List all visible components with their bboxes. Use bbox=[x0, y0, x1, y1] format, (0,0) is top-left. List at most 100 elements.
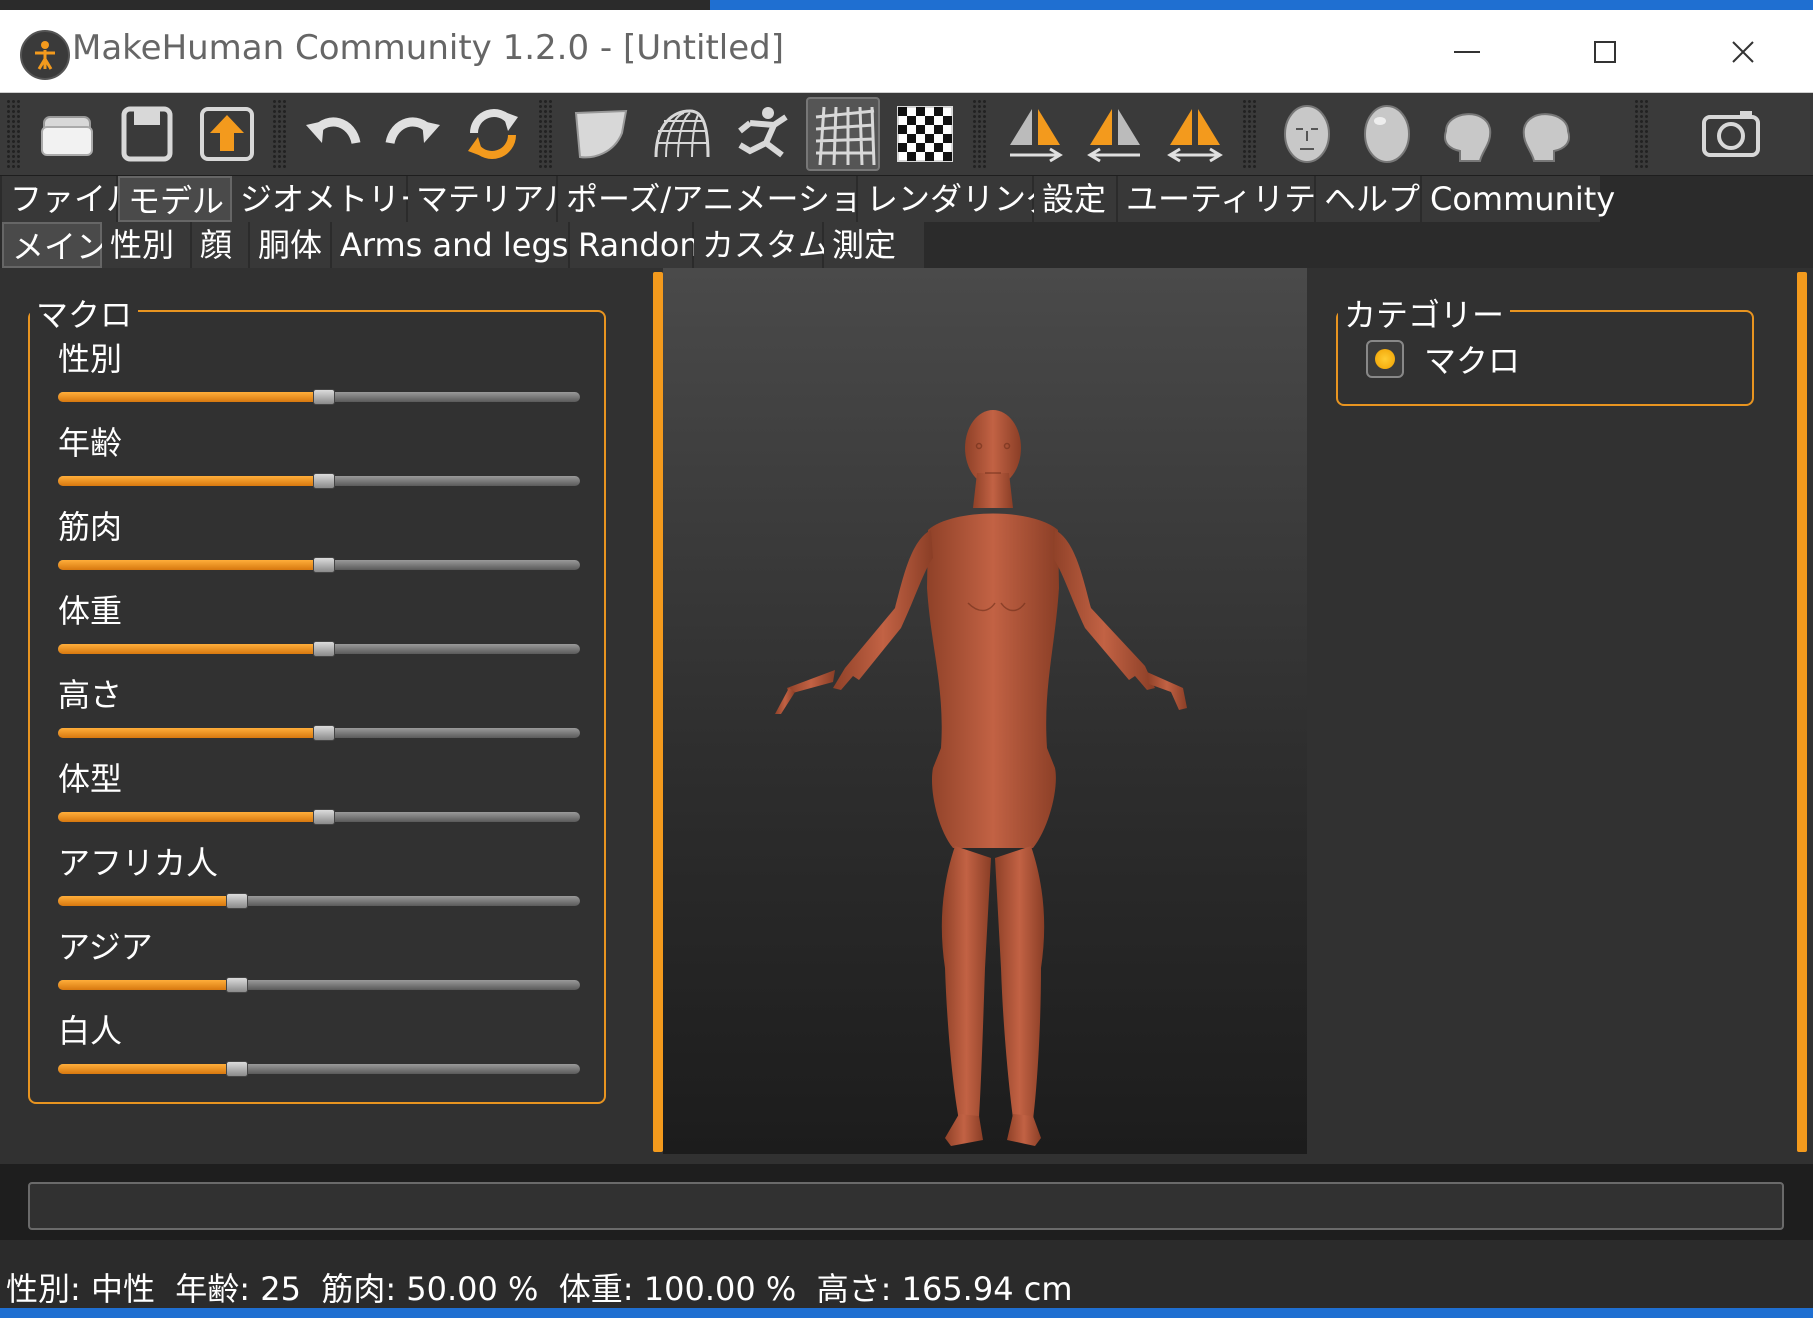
grid-icon bbox=[815, 106, 876, 166]
slider-track[interactable] bbox=[58, 1061, 580, 1077]
slider-track[interactable] bbox=[58, 473, 580, 489]
slider-handle[interactable] bbox=[313, 473, 335, 489]
grid-button[interactable] bbox=[806, 97, 880, 171]
toolbar-grip[interactable] bbox=[1634, 99, 1648, 169]
slider-track[interactable] bbox=[58, 893, 580, 909]
main-tab-7[interactable]: ユーティリティ bbox=[1118, 176, 1346, 222]
background-icon bbox=[897, 106, 953, 162]
redo-button[interactable] bbox=[376, 97, 450, 171]
toolbar-grip[interactable] bbox=[272, 99, 286, 169]
left-splitter[interactable] bbox=[653, 272, 663, 1152]
slider-track[interactable] bbox=[58, 725, 580, 741]
save-button[interactable] bbox=[110, 97, 184, 171]
symmetry-left-icon bbox=[1087, 109, 1140, 163]
pose-button[interactable] bbox=[724, 97, 798, 171]
main-tab-3[interactable]: マテリアル bbox=[408, 176, 576, 222]
symmetry-both-icon bbox=[1167, 109, 1223, 163]
status-bar: 性別: 中性 年齢: 25 筋肉: 50.00 % 体重: 100.00 % 高… bbox=[0, 1240, 1813, 1318]
minimize-icon bbox=[1454, 51, 1480, 53]
main-tab-8[interactable]: ヘルプ bbox=[1316, 176, 1422, 222]
slider-handle[interactable] bbox=[226, 1061, 248, 1077]
slider-handle[interactable] bbox=[313, 389, 335, 405]
maximize-button[interactable] bbox=[1570, 24, 1640, 80]
export-icon bbox=[200, 107, 254, 161]
back-view-icon bbox=[1364, 105, 1410, 163]
wireframe-icon bbox=[654, 109, 710, 158]
slider-label: 筋肉 bbox=[58, 508, 123, 546]
smooth-button[interactable] bbox=[564, 97, 638, 171]
slider-track[interactable] bbox=[58, 389, 580, 405]
desktop-strip-accent bbox=[710, 0, 1813, 10]
slider-handle[interactable] bbox=[313, 725, 335, 741]
main-tab-4[interactable]: ポーズ/アニメーション bbox=[558, 176, 894, 222]
category-radio-macro[interactable] bbox=[1366, 340, 1404, 378]
slider-fill bbox=[58, 476, 319, 486]
sub-tab-6[interactable]: カスタム bbox=[694, 222, 830, 268]
slider-track[interactable] bbox=[58, 557, 580, 573]
3d-viewport[interactable] bbox=[663, 268, 1307, 1154]
screenshot-button[interactable] bbox=[1694, 97, 1768, 171]
window-title: MakeHuman Community 1.2.0 - [Untitled] bbox=[72, 28, 784, 68]
main-tab-1[interactable]: モデル bbox=[118, 176, 232, 222]
right-view-button[interactable] bbox=[1510, 97, 1584, 171]
right-view-icon bbox=[1522, 113, 1570, 162]
slider-track[interactable] bbox=[58, 641, 580, 657]
sub-tab-2[interactable]: 顔 bbox=[192, 222, 250, 268]
slider-handle[interactable] bbox=[226, 977, 248, 993]
folder-open-icon bbox=[41, 116, 93, 156]
minimize-button[interactable] bbox=[1432, 24, 1502, 80]
front-view-icon bbox=[1284, 105, 1330, 163]
camera-icon bbox=[1702, 111, 1760, 157]
main-tab-5[interactable]: レンダリング bbox=[858, 176, 1058, 222]
main-tab-0[interactable]: ファイル bbox=[2, 176, 138, 222]
toolbar-grip[interactable] bbox=[538, 99, 552, 169]
macro-group-title: マクロ bbox=[30, 290, 139, 336]
slider-fill bbox=[58, 392, 319, 402]
sub-tab-5[interactable]: Random bbox=[570, 222, 710, 268]
slider-handle[interactable] bbox=[313, 641, 335, 657]
macro-slider-row: 体型 bbox=[58, 754, 580, 838]
load-button[interactable] bbox=[30, 97, 104, 171]
pose-icon bbox=[738, 107, 788, 158]
sub-tab-1[interactable]: 性別 bbox=[102, 222, 192, 268]
slider-track[interactable] bbox=[58, 977, 580, 993]
symmetry-left-button[interactable] bbox=[1078, 97, 1152, 171]
slider-handle[interactable] bbox=[313, 557, 335, 573]
sub-tab-3[interactable]: 胴体 bbox=[250, 222, 332, 268]
wireframe-button[interactable] bbox=[644, 97, 718, 171]
slider-fill bbox=[58, 728, 319, 738]
main-tab-9[interactable]: Community bbox=[1422, 176, 1615, 222]
close-button[interactable] bbox=[1708, 24, 1778, 80]
main-tab-6[interactable]: 設定 bbox=[1034, 176, 1118, 222]
reset-button[interactable] bbox=[456, 97, 530, 171]
slider-track[interactable] bbox=[58, 809, 580, 825]
undo-button[interactable] bbox=[296, 97, 370, 171]
main-tab-2[interactable]: ジオメトリー bbox=[232, 176, 432, 222]
sub-tab-4[interactable]: Arms and legs bbox=[332, 222, 570, 268]
front-view-button[interactable] bbox=[1270, 97, 1344, 171]
slider-fill bbox=[58, 1064, 232, 1074]
symmetry-both-button[interactable] bbox=[1158, 97, 1232, 171]
back-view-button[interactable] bbox=[1350, 97, 1424, 171]
export-button[interactable] bbox=[190, 97, 264, 171]
background-button[interactable] bbox=[888, 97, 962, 171]
toolbar-grip[interactable] bbox=[1242, 99, 1256, 169]
slider-handle[interactable] bbox=[313, 809, 335, 825]
sub-tab-0[interactable]: メイン bbox=[2, 222, 108, 268]
slider-handle[interactable] bbox=[226, 893, 248, 909]
macro-slider-row: 白人 bbox=[58, 1006, 580, 1090]
right-splitter[interactable] bbox=[1797, 272, 1807, 1152]
sub-tab-7[interactable]: 測定 bbox=[824, 222, 926, 268]
toolbar-grip[interactable] bbox=[972, 99, 986, 169]
slider-fill bbox=[58, 896, 232, 906]
symmetry-right-icon bbox=[1010, 109, 1063, 163]
status-text: 性別: 中性 年齢: 25 筋肉: 50.00 % 体重: 100.00 % 高… bbox=[6, 1270, 1073, 1308]
left-view-button[interactable] bbox=[1430, 97, 1504, 171]
toolbar-grip[interactable] bbox=[6, 99, 20, 169]
close-icon bbox=[1732, 41, 1754, 63]
macro-slider-row: 高さ bbox=[58, 670, 580, 754]
macro-slider-row: 年齢 bbox=[58, 418, 580, 502]
slider-fill bbox=[58, 812, 319, 822]
category-group: カテゴリー マクロ bbox=[1336, 290, 1754, 406]
symmetry-right-button[interactable] bbox=[998, 97, 1072, 171]
